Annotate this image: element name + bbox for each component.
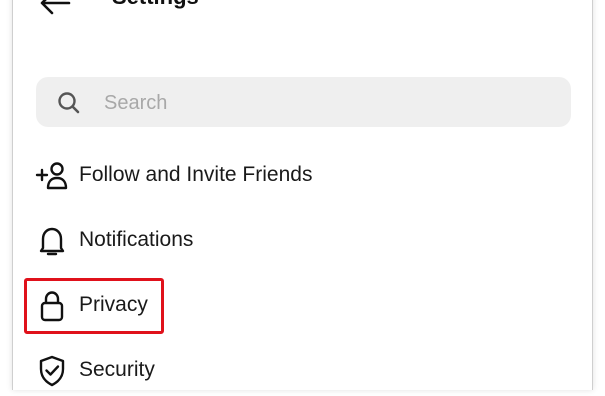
add-person-icon	[35, 159, 69, 193]
lock-icon	[35, 289, 69, 323]
menu-item-label: Privacy	[79, 293, 148, 316]
settings-screen: Settings Follow and Invite Friends	[12, 0, 593, 390]
back-button[interactable]	[35, 0, 75, 18]
menu-item-privacy[interactable]: Privacy	[31, 281, 571, 331]
menu-item-follow-invite[interactable]: Follow and Invite Friends	[31, 151, 571, 201]
back-arrow-icon	[40, 0, 71, 15]
menu-item-label: Follow and Invite Friends	[79, 163, 313, 186]
search-icon	[56, 90, 82, 121]
menu-item-security[interactable]: Security	[31, 346, 571, 396]
page-title: Settings	[112, 0, 199, 10]
menu-item-notifications[interactable]: Notifications	[31, 216, 571, 266]
header: Settings	[13, 0, 592, 30]
menu-item-label: Security	[79, 358, 155, 381]
bell-icon	[35, 224, 69, 258]
search-bar[interactable]	[36, 77, 571, 129]
menu-item-label: Notifications	[79, 228, 194, 251]
search-input[interactable]	[102, 77, 546, 129]
shield-check-icon	[35, 354, 69, 388]
